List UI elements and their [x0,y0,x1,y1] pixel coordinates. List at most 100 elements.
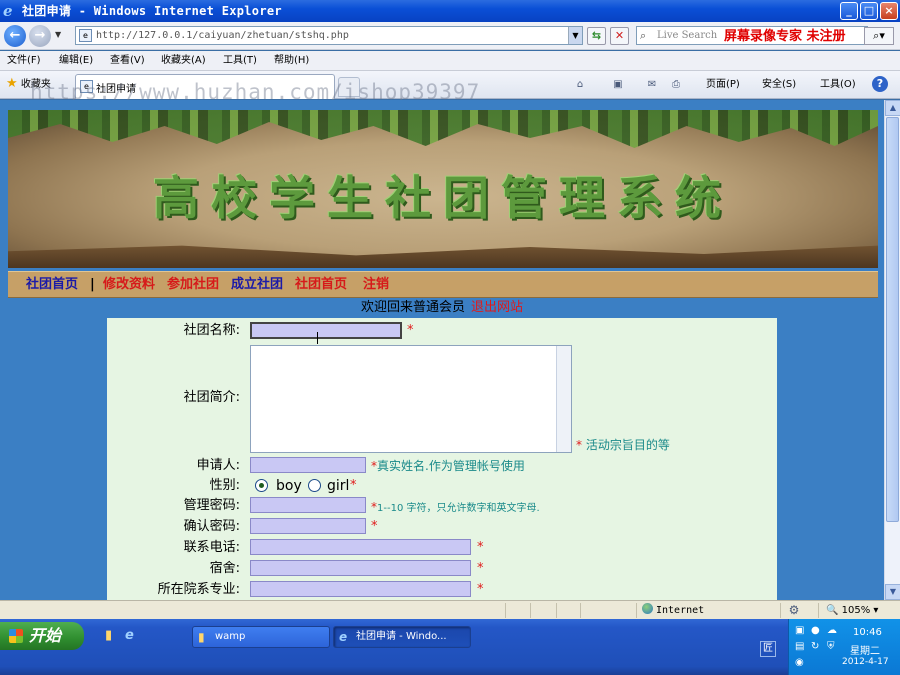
nav-club-home[interactable]: 社团首页 [26,277,78,293]
password-hint: *1--10 字符，只允许数字和英文字母. [371,500,540,514]
page-menu[interactable]: 页面(P) [706,78,740,92]
major-label: 所在院系专业: [157,582,240,597]
address-bar[interactable]: e http://127.0.0.1/caiyuan/zhetuan/stshq… [75,26,583,45]
gender-girl-label: girl [327,478,350,494]
minimize-button[interactable]: _ [840,2,858,20]
print-icon[interactable]: ⎙ [668,78,684,94]
search-go-button[interactable]: ⌕▾ [864,27,894,45]
maximize-button[interactable]: □ [860,2,878,20]
zoom-level[interactable]: 🔍 105% ▾ [826,603,878,618]
help-icon[interactable]: ? [872,76,888,92]
textarea-scrollbar[interactable] [556,346,571,452]
taskbar-ie-window[interactable]: e 社团申请 - Windo... [333,626,471,648]
ie-icon: e [339,630,348,644]
scroll-down-icon[interactable]: ▼ [885,584,900,600]
exit-site-link[interactable]: 退出网站 [471,300,523,315]
ie-quicklaunch-icon[interactable]: e [125,628,134,643]
banner-title: 高校学生社团管理系统 [153,171,733,225]
menu-bar: 文件(F) 编辑(E) 查看(V) 收藏夹(A) 工具(T) 帮助(H) [0,51,900,71]
page-content: 高校学生社团管理系统 社团首页 | 修改资料 参加社团 成立社团 社团首页 注销… [0,100,884,600]
clock-time[interactable]: 10:46 [853,627,882,638]
club-name-label: 社团名称: [183,323,240,338]
tray-volume-icon[interactable]: ◉ [795,657,804,668]
home-icon[interactable]: ⌂ [572,78,588,94]
club-intro-hint: * 活动宗旨目的等 [576,438,670,452]
start-button[interactable]: 开始 [0,622,84,650]
nav-separator: | [90,277,95,292]
input-method-icon[interactable]: 匠 [760,641,776,657]
refresh-button[interactable]: ⇆ [587,27,606,45]
close-button[interactable]: × [880,2,898,20]
stop-button[interactable]: ✕ [610,27,629,45]
scroll-up-icon[interactable]: ▲ [885,100,900,116]
tray-cloud-icon[interactable]: ☁ [827,625,837,636]
clock-date: 2012-4-17 [842,657,889,667]
menu-edit[interactable]: 编辑(E) [59,54,93,68]
nav-edit-profile[interactable]: 修改资料 [103,277,155,293]
confirm-password-input[interactable] [250,518,366,534]
recorder-watermark: 屏幕录像专家 未注册 [724,29,846,44]
system-tray: ▣ ● ☁ ▤ ↻ ⛨ ◉ 10:46 星期二 2012-4-17 [788,619,900,675]
required-mark: * [371,519,378,534]
confirm-password-label: 确认密码: [183,519,240,534]
menu-tools[interactable]: 工具(T) [223,54,257,68]
menu-favorites[interactable]: 收藏夹(A) [161,54,206,68]
address-url[interactable]: http://127.0.0.1/caiyuan/zhetuan/stshq.p… [96,29,349,43]
star-icon: ★ [6,76,18,91]
taskbar-wamp[interactable]: ▮ wamp [192,626,330,648]
mail-icon[interactable]: ✉ [644,78,660,94]
protected-mode-icon[interactable]: ⚙ [786,602,802,618]
search-placeholder: Live Search [657,30,718,41]
gender-label: 性别: [209,478,240,493]
major-input[interactable] [250,581,471,597]
tray-printer-icon[interactable]: ▤ [795,641,804,652]
page-scrollbar[interactable]: ▲ ▼ [884,100,900,600]
banner-ground [8,245,878,268]
nav-create-club[interactable]: 成立社团 [231,277,283,293]
back-button[interactable]: ← [4,25,26,47]
show-desktop-icon[interactable]: ▮ [105,628,112,643]
nav-club-home-2[interactable]: 社团首页 [295,277,347,293]
window-title: 社团申请 - Windows Internet Explorer [22,4,282,18]
tray-shield-icon[interactable]: ⛨ [827,641,835,652]
security-zone[interactable]: Internet [642,603,704,618]
required-mark: * [407,323,414,338]
menu-help[interactable]: 帮助(H) [274,54,309,68]
club-intro-label: 社团简介: [183,390,240,405]
phone-input[interactable] [250,539,471,555]
required-mark: * [477,561,484,576]
club-application-form: 社团名称: * 社团简介: * 活动宗旨目的等 申请人: *真实姓名.作为管理帐… [107,318,777,600]
club-intro-textarea[interactable] [250,345,572,453]
window-title-bar[interactable]: e 社团申请 - Windows Internet Explorer _ □ × [0,0,900,22]
phone-label: 联系电话: [183,540,240,555]
menu-file[interactable]: 文件(F) [7,54,41,68]
clock-day: 星期二 [850,646,880,657]
gender-boy-radio[interactable] [255,479,268,492]
address-dropdown-icon[interactable]: ▼ [568,27,582,44]
windows-flag-icon [9,629,23,643]
gender-girl-radio[interactable] [308,479,321,492]
scroll-thumb[interactable] [886,117,899,522]
applicant-hint: *真实姓名.作为管理帐号使用 [371,459,525,473]
password-input[interactable] [250,497,366,513]
safety-menu[interactable]: 安全(S) [762,78,796,92]
tray-app-icon[interactable]: ● [811,625,820,636]
nav-join-club[interactable]: 参加社团 [167,277,219,293]
welcome-line: 欢迎回来普通会员 退出网站 [0,299,884,317]
tray-network-icon[interactable]: ▣ [795,625,804,636]
club-name-input[interactable] [250,322,402,339]
nav-logout[interactable]: 注销 [363,277,389,293]
tools-menu[interactable]: 工具(O) [820,78,856,92]
history-dropdown-icon[interactable]: ▼ [55,30,61,39]
banner-leaves [8,110,878,148]
applicant-input[interactable] [250,457,366,473]
feeds-icon[interactable]: ▣ [610,78,626,94]
dorm-label: 宿舍: [209,561,240,576]
menu-view[interactable]: 查看(V) [110,54,145,68]
required-mark: * [477,540,484,555]
tray-refresh-icon[interactable]: ↻ [811,641,819,652]
status-bar: Internet ⚙ 🔍 105% ▾ [0,600,900,619]
forward-button[interactable]: → [29,25,51,47]
site-banner: 高校学生社团管理系统 [8,110,878,268]
dorm-input[interactable] [250,560,471,576]
